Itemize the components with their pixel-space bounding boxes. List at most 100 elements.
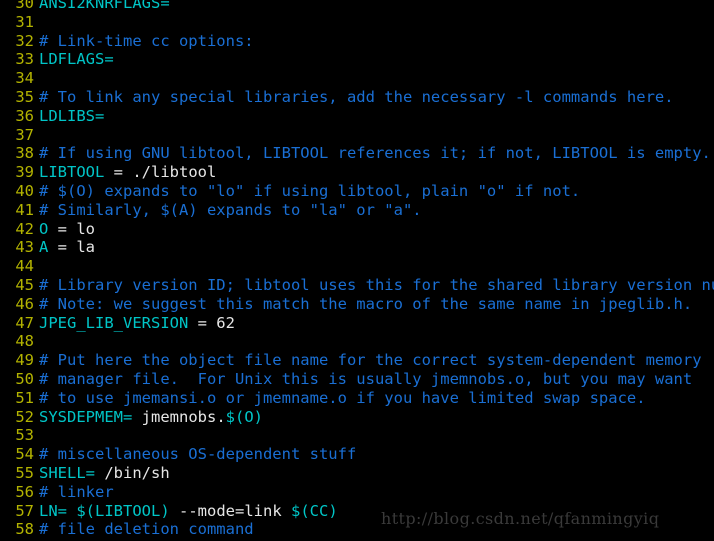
- variable-token: LN=: [39, 501, 67, 520]
- line-number: 57: [15, 501, 34, 520]
- code-line[interactable]: 30 ANSI2KNRFLAGS=: [0, 0, 714, 13]
- line-number: 33: [15, 50, 34, 69]
- code-line-content: # to use jmemansi.o or jmemname.o if you…: [39, 389, 646, 407]
- comment-token: # To link any special libraries, add the…: [39, 87, 674, 106]
- code-line[interactable]: 51 # to use jmemansi.o or jmemname.o if y…: [0, 389, 714, 408]
- code-line-content: ANSI2KNRFLAGS=: [39, 0, 170, 12]
- code-line[interactable]: 54 # miscellaneous OS-dependent stuff: [0, 445, 714, 464]
- code-line[interactable]: 49 # Put here the object file name for th…: [0, 351, 714, 370]
- comment-token: # Link-time cc options:: [39, 31, 254, 50]
- code-line[interactable]: 44: [0, 257, 714, 276]
- code-line[interactable]: 38 # If using GNU libtool, LIBTOOL refere…: [0, 144, 714, 163]
- plain-token: = ./libtool: [104, 163, 217, 182]
- code-line-content: # miscellaneous OS-dependent stuff: [39, 445, 356, 463]
- watermark-text: http://blog.csdn.net/qfanmingyiq: [381, 509, 660, 528]
- line-number: 44: [15, 257, 34, 276]
- variable-token: A: [39, 238, 49, 257]
- line-number: 36: [15, 106, 34, 125]
- line-number: 40: [15, 181, 34, 200]
- code-line-content: # Link-time cc options:: [39, 32, 254, 50]
- line-number: 48: [15, 332, 34, 351]
- line-number: 50: [15, 369, 34, 388]
- code-line[interactable]: 50 # manager file. For Unix this is usual…: [0, 370, 714, 389]
- comment-token: # miscellaneous OS-dependent stuff: [39, 445, 357, 464]
- variable-token: LDLIBS=: [39, 106, 105, 125]
- code-line[interactable]: 41 # Similarly, $(A) expands to "la" or "…: [0, 201, 714, 220]
- code-line-content: # If using GNU libtool, LIBTOOL referenc…: [39, 144, 711, 162]
- code-line-content: LDLIBS=: [39, 107, 104, 125]
- code-line[interactable]: 34: [0, 69, 714, 88]
- code-line[interactable]: 42 O = lo: [0, 220, 714, 239]
- comment-token: # Note: we suggest this match the macro …: [39, 294, 693, 313]
- line-number: 49: [15, 351, 34, 370]
- line-number: 41: [15, 200, 34, 219]
- code-line[interactable]: 33 LDFLAGS=: [0, 50, 714, 69]
- code-line[interactable]: 36 LDLIBS=: [0, 107, 714, 126]
- code-line-content: # Note: we suggest this match the macro …: [39, 295, 692, 313]
- code-line-content: LN= $(LIBTOOL) --mode=link $(CC): [39, 502, 338, 520]
- code-editor-viewport[interactable]: 30 ANSI2KNRFLAGS= 31 32 # Link-time cc optio…: [0, 0, 714, 541]
- code-line-content: A = la: [39, 238, 95, 256]
- line-number: 53: [15, 426, 34, 445]
- comment-token: # Put here the object file name for the …: [39, 351, 702, 370]
- line-number: 42: [15, 219, 34, 238]
- code-line-content: # manager file. For Unix this is usually…: [39, 370, 692, 388]
- code-line[interactable]: 35 # To link any special libraries, add t…: [0, 88, 714, 107]
- plain-token: jmemnobs.: [132, 407, 226, 426]
- line-number: 38: [15, 144, 34, 163]
- line-number: 39: [15, 163, 34, 182]
- comment-token: # Library version ID; libtool uses this …: [39, 275, 714, 294]
- code-line[interactable]: 37: [0, 126, 714, 145]
- variable-token: LIBTOOL: [39, 163, 105, 182]
- code-line[interactable]: 48: [0, 332, 714, 351]
- code-lines-container: 30 ANSI2KNRFLAGS= 31 32 # Link-time cc optio…: [0, 0, 714, 539]
- comment-token: # If using GNU libtool, LIBTOOL referenc…: [39, 144, 711, 163]
- comment-token: # file deletion command: [39, 520, 254, 539]
- variable-token: LDFLAGS=: [39, 50, 114, 69]
- code-line[interactable]: 45 # Library version ID; libtool uses thi…: [0, 276, 714, 295]
- variable-token: ANSI2KNRFLAGS=: [39, 0, 170, 12]
- line-number: 51: [15, 388, 34, 407]
- line-number: 47: [15, 313, 34, 332]
- code-line[interactable]: 46 # Note: we suggest this match the macr…: [0, 295, 714, 314]
- code-line[interactable]: 52 SYSDEPMEM= jmemnobs.$(O): [0, 408, 714, 427]
- code-line-content: # Put here the object file name for the …: [39, 351, 702, 369]
- line-number: 56: [15, 482, 34, 501]
- code-line[interactable]: 47 JPEG_LIB_VERSION = 62: [0, 314, 714, 333]
- code-line-content: SYSDEPMEM= jmemnobs.$(O): [39, 408, 263, 426]
- comment-token: # $(O) expands to "lo" if using libtool,…: [39, 181, 581, 200]
- comment-token: # to use jmemansi.o or jmemname.o if you…: [39, 388, 646, 407]
- code-line-content: # Library version ID; libtool uses this …: [39, 276, 714, 294]
- variable-token: $(CC): [291, 501, 338, 520]
- line-number: 45: [15, 275, 34, 294]
- variable-token: SHELL=: [39, 463, 95, 482]
- code-line[interactable]: 43 A = la: [0, 238, 714, 257]
- plain-token: = 62: [188, 313, 235, 332]
- code-line-content: SHELL= /bin/sh: [39, 464, 170, 482]
- line-number: 54: [15, 445, 34, 464]
- code-line[interactable]: 31: [0, 13, 714, 32]
- code-line[interactable]: 40 # $(O) expands to "lo" if using libtoo…: [0, 182, 714, 201]
- line-number: 34: [15, 69, 34, 88]
- code-line[interactable]: 32 # Link-time cc options:: [0, 32, 714, 51]
- line-number: 35: [15, 87, 34, 106]
- variable-token: $(LIBTOOL): [76, 501, 170, 520]
- code-line-content: # To link any special libraries, add the…: [39, 88, 674, 106]
- plain-token: /bin/sh: [95, 463, 170, 482]
- line-number: 58: [15, 520, 34, 539]
- code-line-content: LIBTOOL = ./libtool: [39, 163, 216, 181]
- comment-token: # Similarly, $(A) expands to "la" or "a"…: [39, 200, 422, 219]
- code-line[interactable]: 53: [0, 426, 714, 445]
- code-line[interactable]: 55 SHELL= /bin/sh: [0, 464, 714, 483]
- variable-token: O: [39, 219, 49, 238]
- line-number: 46: [15, 294, 34, 313]
- code-line-content: # file deletion command: [39, 520, 254, 538]
- line-number: 37: [15, 125, 34, 144]
- code-line[interactable]: 39 LIBTOOL = ./libtool: [0, 163, 714, 182]
- code-line-content: # $(O) expands to "lo" if using libtool,…: [39, 182, 580, 200]
- code-line-content: JPEG_LIB_VERSION = 62: [39, 314, 235, 332]
- code-line[interactable]: 56 # linker: [0, 483, 714, 502]
- code-line-content: O = lo: [39, 220, 95, 238]
- code-line-content: # linker: [39, 483, 114, 501]
